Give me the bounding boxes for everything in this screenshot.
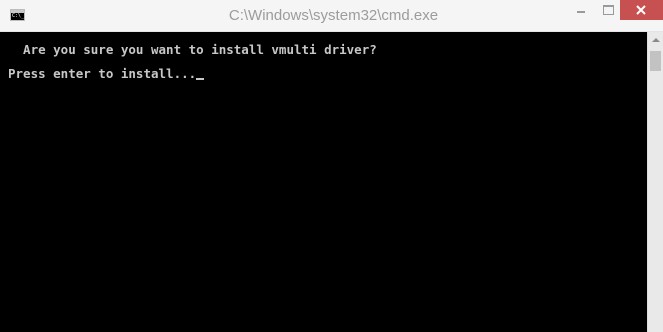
maximize-icon bbox=[603, 5, 614, 15]
title-bar[interactable]: C:\_ C:\Windows\system32\cmd.exe bbox=[0, 0, 663, 32]
console-output[interactable]: Are you sure you want to install vmulti … bbox=[0, 32, 647, 332]
console-line-prompt-text: Are you sure you want to install vmulti … bbox=[8, 42, 377, 57]
close-icon bbox=[636, 5, 646, 15]
console-line-prompt: Are you sure you want to install vmulti … bbox=[8, 42, 377, 58]
vertical-scrollbar[interactable] bbox=[647, 32, 663, 332]
scroll-up-arrow-icon bbox=[652, 38, 660, 42]
console-line-install: Press enter to install... bbox=[8, 66, 205, 82]
close-button[interactable] bbox=[620, 0, 663, 20]
maximize-button[interactable] bbox=[596, 0, 620, 20]
minimize-button[interactable] bbox=[568, 0, 596, 20]
cmd-window: C:\_ C:\Windows\system32\cmd.exe Are you… bbox=[0, 0, 663, 332]
text-cursor bbox=[196, 78, 205, 80]
scroll-thumb[interactable] bbox=[650, 51, 661, 71]
console-line-install-text: Press enter to install... bbox=[8, 66, 197, 81]
window-title: C:\Windows\system32\cmd.exe bbox=[228, 7, 439, 24]
minimize-icon bbox=[577, 11, 585, 13]
scroll-up-button[interactable] bbox=[648, 32, 663, 49]
